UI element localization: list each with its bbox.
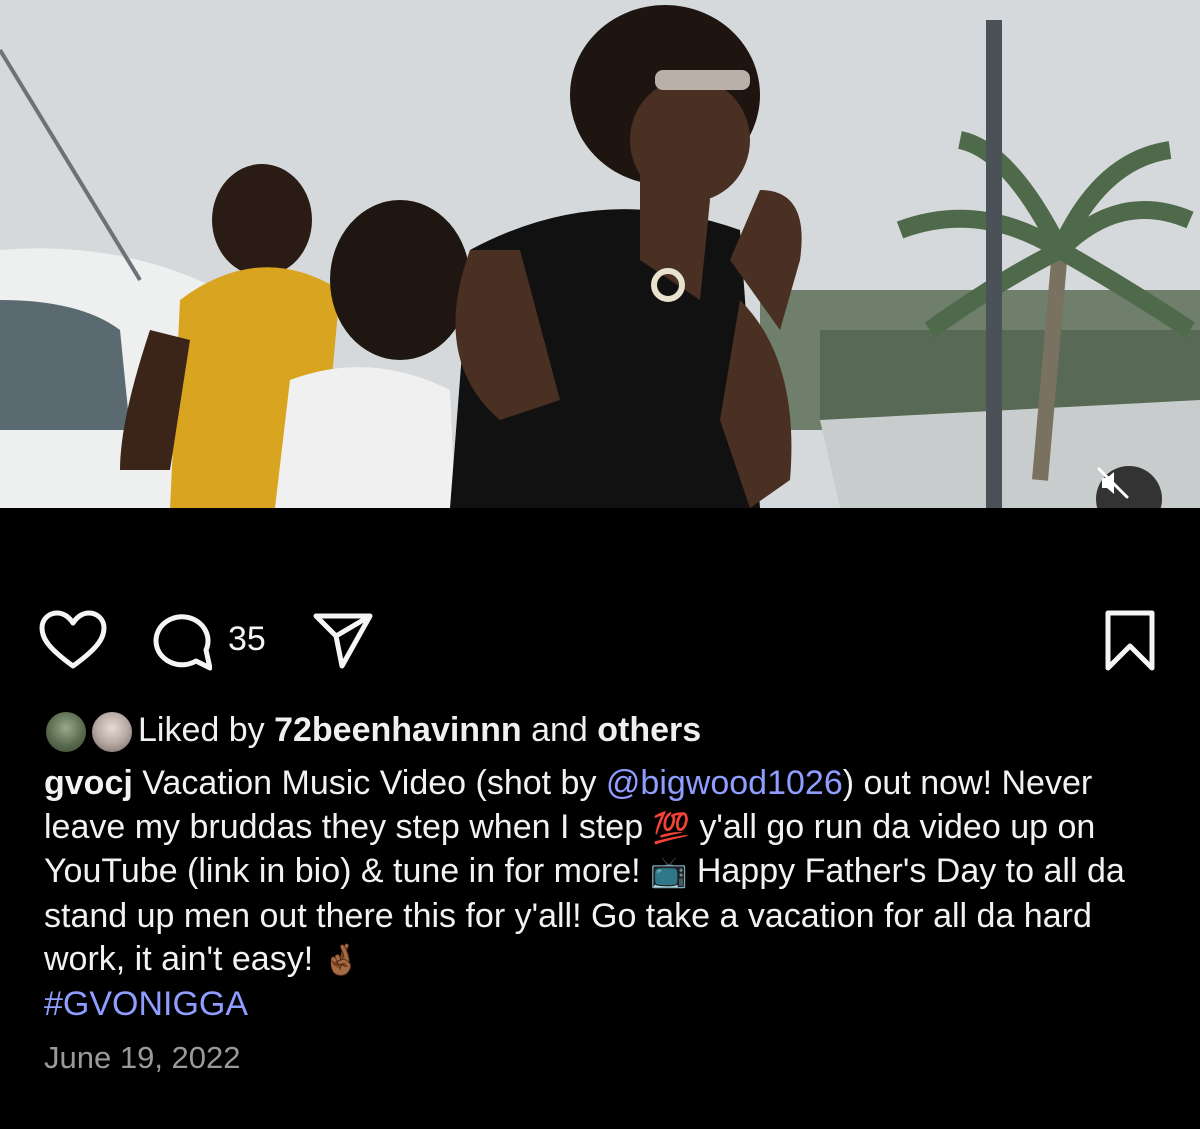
liker-avatars: [44, 708, 134, 754]
liked-by-prefix: Liked by: [138, 710, 265, 749]
avatar: [44, 710, 88, 754]
like-button[interactable]: [38, 610, 108, 677]
liked-by-conjunction: and: [531, 710, 588, 749]
crossed-fingers-emoji: 🤞🏾: [322, 943, 360, 978]
video-frame-scene: [0, 0, 1200, 508]
paper-plane-icon: [313, 613, 373, 669]
post-action-bar: 35: [0, 570, 1200, 700]
share-button[interactable]: [312, 612, 374, 675]
save-button[interactable]: [1104, 610, 1156, 677]
liked-by-row[interactable]: Liked by 72beenhavinnn and others: [44, 706, 701, 754]
liked-by-others-link[interactable]: others: [597, 711, 701, 749]
comment-count: 35: [228, 620, 266, 658]
post-date: June 19, 2022: [44, 1040, 241, 1075]
caption-username[interactable]: gvocj: [44, 764, 133, 802]
post-caption: gvocj Vacation Music Video (shot by @big…: [44, 762, 1174, 1026]
caption-text: Vacation Music Video (shot by: [142, 764, 597, 802]
television-emoji: 📺: [650, 855, 688, 890]
video-letterbox: [0, 508, 1200, 570]
avatar: [90, 710, 134, 754]
post-video[interactable]: [0, 0, 1200, 508]
liked-by-user-link[interactable]: 72beenhavinnn: [274, 711, 522, 749]
comment-bubble-icon: [153, 614, 213, 671]
caption-mention-link[interactable]: @bigwood1026: [606, 764, 843, 802]
comment-button[interactable]: [148, 612, 213, 677]
hundred-points-emoji: 💯: [652, 810, 690, 846]
heart-outline-icon: [39, 610, 107, 669]
bookmark-outline-icon: [1105, 610, 1155, 671]
speaker-muted-icon: [1097, 467, 1129, 499]
caption-hashtag-link[interactable]: #GVONIGGA: [44, 985, 248, 1023]
liked-by-text: Liked by 72beenhavinnn and others: [138, 711, 701, 750]
